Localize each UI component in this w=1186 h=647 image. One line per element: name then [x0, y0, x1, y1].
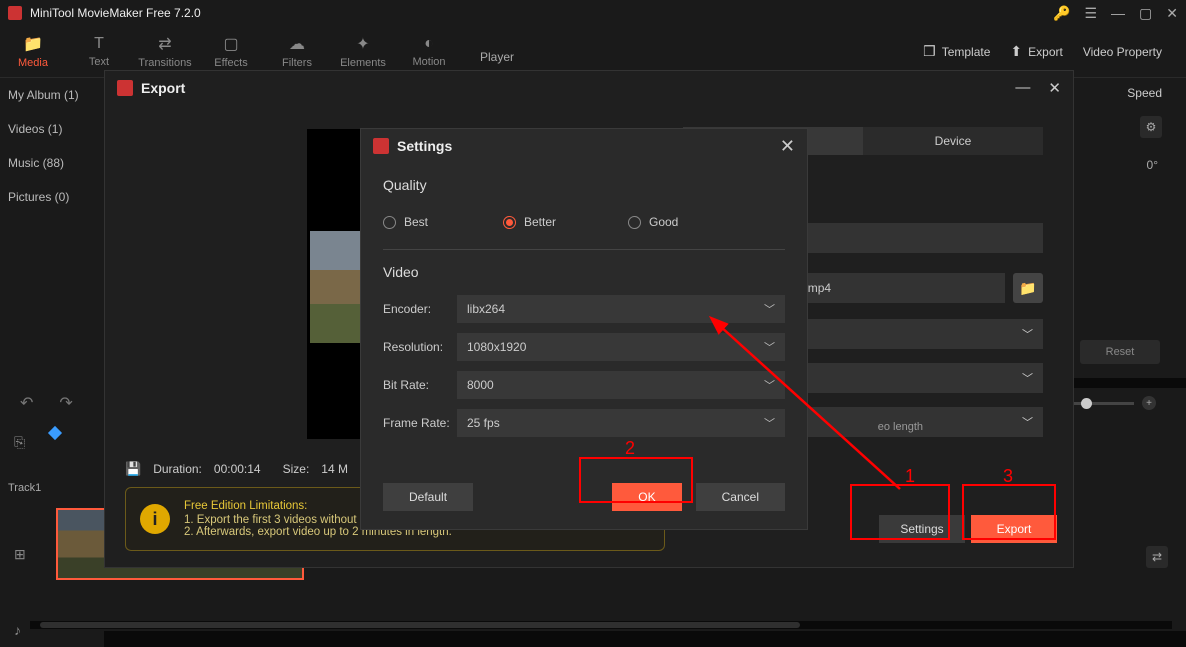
- export-title: Export: [141, 80, 1015, 96]
- track-label: Track1: [8, 482, 41, 494]
- settings-close-button[interactable]: ✕: [780, 136, 795, 157]
- annotation-number-3: 3: [1003, 466, 1013, 487]
- undo-button[interactable]: ↶: [20, 393, 33, 413]
- template-button[interactable]: ❒ Template: [923, 43, 990, 60]
- horizontal-scrollbar[interactable]: [30, 621, 1172, 629]
- chevron-down-icon: ﹀: [1022, 370, 1033, 386]
- framerate-select[interactable]: 25 fps﹀: [457, 409, 785, 437]
- audio-track-icon[interactable]: ♪: [14, 622, 21, 638]
- zoom-thumb[interactable]: [1081, 398, 1092, 409]
- title-bar: MiniTool MovieMaker Free 7.2.0 🔑 ☰ — ▢ ✕: [0, 0, 1186, 26]
- export-confirm-button[interactable]: Export: [971, 515, 1057, 543]
- duration-value: 00:00:14: [214, 462, 261, 476]
- quality-better[interactable]: Better: [503, 215, 628, 229]
- video-section-title: Video: [361, 250, 807, 290]
- default-button[interactable]: Default: [383, 483, 473, 511]
- folder-icon: 📁: [1019, 280, 1036, 297]
- text-icon: T: [94, 35, 104, 53]
- zoom-in-button[interactable]: +: [1142, 396, 1156, 410]
- close-button[interactable]: ✕: [1166, 5, 1178, 22]
- sidebar-item-album[interactable]: My Album (1): [0, 78, 104, 112]
- app-logo-icon: [117, 80, 133, 96]
- settings-icon[interactable]: ⚙: [1140, 116, 1162, 138]
- video-property-button[interactable]: Video Property: [1083, 45, 1162, 59]
- size-value: 14 M: [321, 462, 348, 476]
- export-tab-device[interactable]: Device: [863, 127, 1043, 155]
- folder-icon: 📁: [23, 34, 43, 54]
- chevron-down-icon: ﹀: [764, 339, 775, 355]
- copy-icon[interactable]: ⎘: [14, 434, 25, 451]
- swap-icon[interactable]: ⇄: [1146, 546, 1168, 568]
- speed-tab[interactable]: Speed: [1066, 78, 1186, 108]
- quality-good[interactable]: Good: [628, 215, 678, 229]
- playhead-icon[interactable]: [48, 426, 62, 440]
- maximize-button[interactable]: ▢: [1139, 5, 1152, 22]
- encoder-row: Encoder: libx264﹀: [361, 290, 807, 328]
- layers-icon: ❒: [923, 43, 936, 60]
- bitrate-row: Bit Rate: 8000﹀: [361, 366, 807, 404]
- annotation-number-1: 1: [905, 466, 915, 487]
- tab-media[interactable]: 📁 Media: [0, 26, 66, 78]
- chevron-down-icon: ﹀: [764, 377, 775, 393]
- bitrate-select[interactable]: 8000﹀: [457, 371, 785, 399]
- chevron-down-icon: ﹀: [1022, 414, 1033, 430]
- encoder-select[interactable]: libx264﹀: [457, 295, 785, 323]
- quality-best[interactable]: Best: [383, 215, 503, 229]
- export-dialog-header: Export — ✕: [105, 71, 1073, 105]
- sidebar-item-music[interactable]: Music (88): [0, 146, 104, 180]
- motion-icon: ◐: [424, 35, 434, 53]
- resolution-row: Resolution: 1080x1920﹀: [361, 328, 807, 366]
- quality-section-title: Quality: [361, 163, 807, 203]
- chevron-down-icon: ﹀: [764, 301, 775, 317]
- video-track-icon[interactable]: ⊞: [14, 546, 26, 563]
- key-icon[interactable]: 🔑: [1053, 5, 1070, 22]
- export-settings-button[interactable]: Settings: [879, 515, 965, 543]
- sidebar-item-videos[interactable]: Videos (1): [0, 112, 104, 146]
- ok-button[interactable]: OK: [612, 483, 681, 511]
- app-logo-icon: [373, 138, 389, 154]
- filters-icon: ☁: [289, 34, 305, 54]
- chevron-down-icon: ﹀: [1022, 326, 1033, 342]
- upload-icon: ⬆: [1010, 43, 1022, 60]
- export-minimize-button[interactable]: —: [1015, 79, 1030, 97]
- app-logo-icon: [8, 6, 22, 20]
- minimize-button[interactable]: —: [1111, 5, 1125, 21]
- rotation-value: 0°: [1066, 146, 1186, 184]
- resolution-select[interactable]: 1080x1920﹀: [457, 333, 785, 361]
- cancel-button[interactable]: Cancel: [696, 483, 785, 511]
- settings-dialog: Settings ✕ Quality Best Better Good Vide…: [360, 128, 808, 530]
- effects-icon: ▢: [223, 34, 238, 54]
- save-icon: 💾: [125, 461, 141, 477]
- sidebar-item-pictures[interactable]: Pictures (0): [0, 180, 104, 214]
- annotation-number-2: 2: [625, 438, 635, 459]
- reset-button[interactable]: Reset: [1080, 340, 1160, 364]
- browse-button[interactable]: 📁: [1013, 273, 1043, 303]
- app-title: MiniTool MovieMaker Free 7.2.0: [30, 6, 1053, 20]
- property-panel: Speed ⚙ 0°: [1066, 78, 1186, 378]
- elements-icon: ✦: [356, 34, 369, 54]
- framerate-row: Frame Rate: 25 fps﹀: [361, 404, 807, 442]
- player-label: Player: [480, 50, 514, 64]
- chevron-down-icon: ﹀: [764, 415, 775, 431]
- transitions-icon: ⇄: [158, 34, 171, 54]
- export-close-button[interactable]: ✕: [1048, 79, 1061, 97]
- menu-icon[interactable]: ☰: [1084, 5, 1097, 22]
- export-button-toolbar[interactable]: ⬆ Export: [1010, 43, 1062, 60]
- info-icon: i: [140, 504, 170, 534]
- export-meta: 💾 Duration: 00:00:14 Size: 14 M: [125, 461, 348, 477]
- quality-radio-group: Best Better Good: [361, 203, 807, 243]
- video-length-hint: eo length: [878, 421, 923, 433]
- settings-title: Settings: [397, 138, 780, 154]
- redo-button[interactable]: ↷: [59, 393, 72, 413]
- settings-dialog-header: Settings ✕: [361, 129, 807, 163]
